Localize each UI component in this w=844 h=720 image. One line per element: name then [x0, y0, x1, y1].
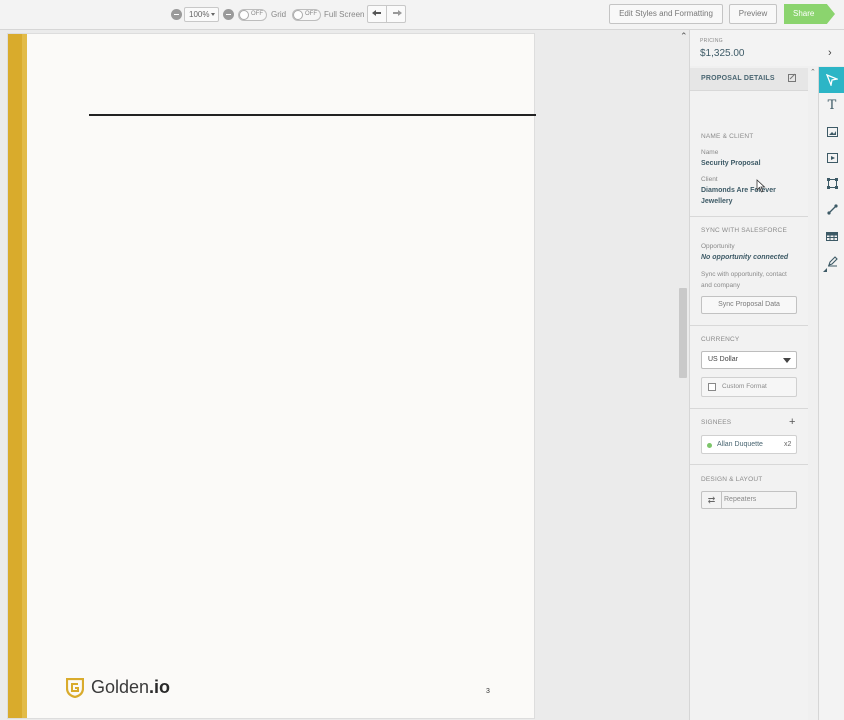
- page-accent-bar-light: [22, 34, 27, 718]
- section-divider: [690, 325, 808, 326]
- mouse-cursor-icon: [756, 179, 766, 193]
- signee-item[interactable]: Allan Duquette x2: [701, 435, 797, 454]
- chevron-right-icon[interactable]: ›: [828, 47, 832, 59]
- document-scrollbar[interactable]: ⌃: [678, 30, 689, 720]
- zoom-in-button[interactable]: [223, 9, 234, 20]
- chevron-up-icon[interactable]: ⌃: [810, 68, 816, 76]
- custom-format-checkbox[interactable]: [708, 383, 716, 391]
- section-divider: [690, 216, 808, 217]
- currency-selected: US Dollar: [708, 356, 738, 363]
- name-label: Name: [701, 149, 719, 156]
- scrollbar-thumb[interactable]: [679, 288, 687, 378]
- zoom-select[interactable]: 100%: [184, 7, 219, 22]
- redo-icon: [392, 10, 402, 16]
- toggle-knob: [293, 10, 303, 20]
- select-arrow-icon: [825, 73, 840, 88]
- proposal-details-section: PROPOSAL DETAILS NAME & CLIENT Name Secu…: [690, 68, 808, 720]
- pricing-summary[interactable]: PRICING $1,325.00 ›: [690, 30, 844, 66]
- select-tool[interactable]: [819, 67, 844, 93]
- golden-logo-icon: [66, 678, 84, 698]
- add-signee-icon[interactable]: +: [789, 416, 795, 428]
- signee-count: x2: [784, 441, 792, 448]
- repeaters-button[interactable]: ⇄ Repeaters: [701, 491, 797, 509]
- grid-label: Grid: [271, 10, 287, 19]
- signees-heading: SIGNEES: [701, 419, 732, 426]
- panel-title: PROPOSAL DETAILS: [701, 75, 775, 82]
- repeaters-label: Repeaters: [724, 496, 757, 503]
- table-icon: [826, 232, 838, 241]
- document-canvas[interactable]: Golden.io 3: [0, 30, 678, 720]
- chevron-up-icon[interactable]: ⌃: [680, 31, 688, 42]
- zoom-value: 100%: [189, 10, 210, 19]
- undo-redo-group: [367, 5, 406, 23]
- expand-corner-icon: [823, 268, 827, 272]
- name-value[interactable]: Security Proposal: [701, 158, 796, 169]
- fullscreen-toggle-state: OFF: [305, 11, 317, 17]
- chevron-down-icon: [211, 13, 215, 16]
- video-icon: [826, 153, 838, 163]
- grid-toggle-state: OFF: [251, 11, 263, 17]
- properties-panel: PRICING $1,325.00 › PROPOSAL DETAILS NAM…: [689, 30, 844, 720]
- fullscreen-toggle[interactable]: OFF: [292, 9, 321, 21]
- shape-tool[interactable]: [819, 171, 844, 197]
- sync-help-text: Sync with opportunity, contact and compa…: [701, 271, 787, 289]
- signee-status-dot: [707, 443, 712, 448]
- top-toolbar: 100% OFF Grid OFF Full Screen Edit Style…: [0, 0, 844, 30]
- proposal-details-header: PROPOSAL DETAILS: [690, 68, 808, 91]
- name-client-heading: NAME & CLIENT: [701, 133, 754, 140]
- logo-text: Golden.io: [91, 677, 171, 697]
- pricing-label: PRICING: [700, 38, 723, 44]
- text-tool[interactable]: T: [819, 93, 844, 119]
- undo-button[interactable]: [368, 6, 387, 22]
- opportunity-value: No opportunity connected: [701, 254, 789, 261]
- signature-icon: [827, 256, 838, 267]
- caret-down-icon: [783, 358, 791, 363]
- currency-heading: CURRENCY: [701, 336, 740, 343]
- line-tool[interactable]: [819, 197, 844, 223]
- panel-scrollbar[interactable]: ⌃: [809, 68, 818, 718]
- external-edit-icon[interactable]: [788, 74, 796, 82]
- redo-button[interactable]: [387, 6, 406, 22]
- fullscreen-label: Full Screen: [324, 10, 365, 19]
- video-tool[interactable]: [819, 145, 844, 171]
- custom-format-option[interactable]: Custom Format: [701, 377, 797, 397]
- signee-name: Allan Duquette: [717, 441, 763, 448]
- table-tool[interactable]: [819, 223, 844, 249]
- section-divider: [690, 464, 808, 465]
- zoom-out-button[interactable]: [171, 9, 182, 20]
- share-button[interactable]: Share: [784, 4, 835, 24]
- tool-rail: T: [818, 67, 844, 720]
- pricing-value: $1,325.00: [700, 48, 745, 59]
- currency-select[interactable]: US Dollar: [701, 351, 797, 369]
- image-icon: [826, 127, 838, 137]
- edit-styles-button[interactable]: Edit Styles and Formatting: [609, 4, 723, 24]
- repeat-icon: ⇄: [702, 492, 722, 508]
- line-icon: [826, 204, 838, 215]
- page-accent-bar: [8, 34, 22, 718]
- opportunity-label: Opportunity: [701, 243, 735, 250]
- preview-button[interactable]: Preview: [729, 4, 777, 24]
- toggle-knob: [239, 10, 249, 20]
- undo-icon: [372, 10, 381, 16]
- page-number: 3: [486, 688, 490, 695]
- client-label: Client: [701, 176, 718, 183]
- section-divider: [690, 408, 808, 409]
- text-icon: T: [827, 98, 837, 113]
- design-layout-heading: DESIGN & LAYOUT: [701, 476, 763, 483]
- client-value[interactable]: Diamonds Are Forever Jewellery: [701, 185, 796, 207]
- salesforce-heading: SYNC WITH SALESFORCE: [701, 227, 787, 234]
- sync-proposal-data-button[interactable]: Sync Proposal Data: [701, 296, 797, 314]
- shape-icon: [826, 178, 838, 189]
- grid-toggle[interactable]: OFF: [238, 9, 267, 21]
- horizontal-rule[interactable]: [89, 114, 536, 116]
- image-tool[interactable]: [819, 119, 844, 145]
- proposal-page[interactable]: Golden.io 3: [7, 33, 536, 719]
- custom-format-label: Custom Format: [722, 383, 767, 390]
